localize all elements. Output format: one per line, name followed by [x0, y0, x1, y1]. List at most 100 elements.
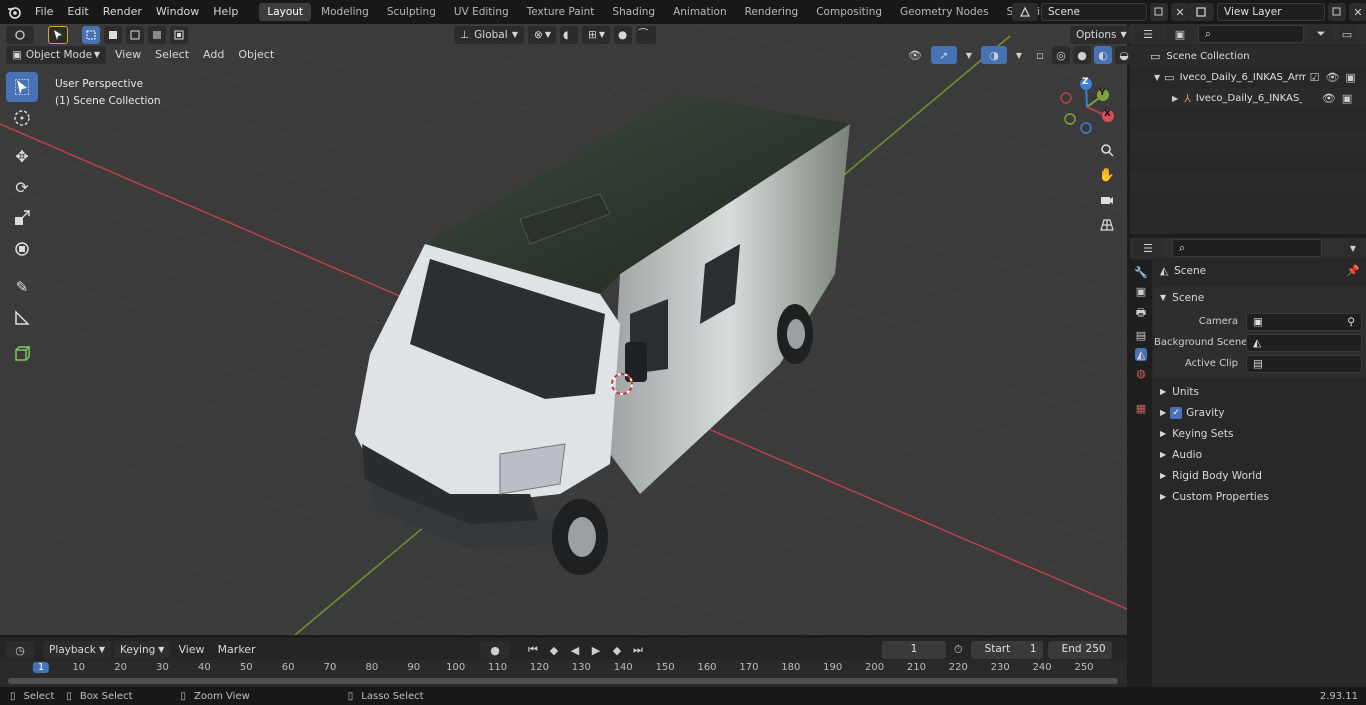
select-extend-icon[interactable]	[104, 26, 122, 44]
wireframe-shading-icon[interactable]: ◎	[1052, 46, 1070, 64]
properties-options-icon[interactable]: ▼	[1344, 239, 1362, 257]
panel-keying-sets[interactable]: ▶ Keying Sets	[1154, 423, 1366, 444]
view-layer-field[interactable]: View Layer	[1217, 3, 1325, 21]
xray-toggle-icon[interactable]: ▫	[1031, 46, 1049, 64]
eye-icon[interactable]: 👁	[1322, 92, 1336, 105]
scene-close-icon[interactable]: ✕	[1171, 3, 1189, 21]
tool-tab-icon[interactable]: 🔧	[1134, 266, 1148, 279]
scene-field[interactable]: Scene	[1041, 3, 1147, 21]
current-frame-field[interactable]: 1	[882, 641, 946, 659]
camera-view-icon[interactable]	[1097, 191, 1117, 209]
end-frame-field[interactable]: End 250	[1047, 641, 1112, 659]
scene-icon[interactable]	[1012, 3, 1038, 21]
view-layer-copy-icon[interactable]	[1328, 3, 1346, 21]
menu-help[interactable]: Help	[206, 0, 245, 24]
viewport-menu-select[interactable]: Select	[150, 46, 194, 64]
active-clip-field[interactable]: ▤	[1246, 354, 1362, 373]
panel-gravity[interactable]: ▶ ✓ Gravity	[1154, 402, 1366, 423]
select-intersect-icon[interactable]	[170, 26, 188, 44]
tab-texture-paint[interactable]: Texture Paint	[519, 3, 603, 21]
render-tab-icon[interactable]: ▣	[1136, 285, 1146, 298]
world-tab-icon[interactable]: ◍	[1136, 367, 1146, 380]
play-reverse-icon[interactable]: ◀	[566, 641, 584, 659]
pivot-point-dropdown[interactable]: ⊗ ▼	[528, 26, 556, 44]
playback-menu[interactable]: Playback ▼	[43, 641, 112, 659]
output-tab-icon[interactable]: 🖶	[1136, 304, 1146, 323]
gravity-checkbox[interactable]: ✓	[1170, 406, 1183, 419]
tab-geometry-nodes[interactable]: Geometry Nodes	[892, 3, 997, 21]
exclude-checkbox-icon[interactable]: ☑	[1310, 71, 1320, 84]
select-new-icon[interactable]	[82, 26, 100, 44]
timeline-marker-menu[interactable]: Marker	[213, 641, 261, 659]
tab-modeling[interactable]: Modeling	[313, 3, 377, 21]
timeline-editor-type-icon[interactable]: ◷	[6, 641, 34, 659]
zoom-icon[interactable]	[1097, 141, 1117, 159]
background-scene-field[interactable]: ◭	[1246, 333, 1362, 352]
outliner-row-scene-collection[interactable]: ▭ Scene Collection	[1130, 46, 1366, 67]
annotate-tool-icon[interactable]: ✎	[6, 272, 38, 302]
options-dropdown[interactable]: Options ▼	[1070, 26, 1133, 44]
jump-keyframe-back-icon[interactable]: ◆	[545, 641, 563, 659]
tab-shading[interactable]: Shading	[604, 3, 663, 21]
menu-window[interactable]: Window	[149, 0, 206, 24]
expand-arrow-icon[interactable]: ▶	[1172, 94, 1178, 103]
snap-target-dropdown[interactable]: ⊞ ▼	[582, 26, 610, 44]
viewport-menu-add[interactable]: Add	[198, 46, 229, 64]
camera-field[interactable]: ▣ ⚲	[1246, 312, 1362, 331]
scene-copy-icon[interactable]	[1150, 3, 1168, 21]
menu-edit[interactable]: Edit	[60, 0, 95, 24]
viewport-menu-view[interactable]: View	[110, 46, 146, 64]
view-layer-close-icon[interactable]: ✕	[1349, 3, 1366, 21]
select-tool-mode-icon[interactable]	[48, 26, 68, 44]
eyedropper-icon[interactable]: ⚲	[1347, 314, 1355, 330]
pan-hand-icon[interactable]: ✋	[1097, 166, 1117, 184]
expand-arrow-icon[interactable]: ▼	[1154, 73, 1160, 82]
overlays-toggle-icon[interactable]: ◑	[981, 46, 1007, 64]
tab-sculpting[interactable]: Sculpting	[379, 3, 444, 21]
view-layer-tab-icon[interactable]: ▤	[1136, 329, 1146, 342]
transform-orientation-dropdown[interactable]: ⊥ Global ▼	[454, 26, 524, 44]
stopwatch-icon[interactable]: ⏱	[954, 643, 963, 657]
select-subtract-icon[interactable]	[126, 26, 144, 44]
rotate-tool-icon[interactable]: ⟳	[6, 172, 38, 202]
timeline-ruler[interactable]: 1 10 20 30 40 50 60 70 80 90 100 110 120 130 140 150 160…	[0, 660, 1127, 687]
select-box-tool-icon[interactable]	[6, 72, 38, 102]
tab-compositing[interactable]: Compositing	[808, 3, 890, 21]
camera-render-icon[interactable]: ▣	[1345, 71, 1355, 84]
measure-tool-icon[interactable]	[6, 303, 38, 333]
transform-tool-icon[interactable]	[6, 234, 38, 264]
proportional-falloff-icon[interactable]: ⁀	[636, 26, 656, 44]
outliner-row-collection[interactable]: ▼ ▭ Iveco_Daily_6_INKAS_Armore ☑ 👁 ▣	[1130, 67, 1366, 88]
editor-type-icon[interactable]	[6, 26, 34, 44]
blender-logo-icon[interactable]	[0, 0, 28, 24]
outliner-editor-type-icon[interactable]: ☰	[1134, 25, 1162, 43]
ortho-grid-icon[interactable]	[1097, 216, 1117, 234]
pin-icon[interactable]: 📌	[1347, 264, 1360, 277]
visibility-selectability-icon[interactable]: 👁	[902, 46, 928, 64]
3d-viewport[interactable]: User Perspective (1) Scene Collection Z …	[0, 24, 1127, 635]
eye-icon[interactable]: 👁	[1325, 71, 1339, 84]
cursor-tool-icon[interactable]	[6, 103, 38, 133]
properties-search-input[interactable]: ⌕	[1172, 239, 1322, 257]
proportional-editing-toggle[interactable]: ●	[614, 26, 632, 44]
timeline-scrollbar[interactable]	[8, 678, 1118, 684]
display-mode-icon[interactable]: ▣	[1166, 25, 1194, 43]
view-layer-icon[interactable]	[1188, 3, 1214, 21]
texture-tab-icon[interactable]: ▦	[1136, 402, 1146, 415]
viewport-menu-object[interactable]: Object	[233, 46, 279, 64]
tab-animation[interactable]: Animation	[665, 3, 735, 21]
tab-rendering[interactable]: Rendering	[737, 3, 807, 21]
panel-custom-properties[interactable]: ▶ Custom Properties	[1154, 486, 1366, 507]
record-icon[interactable]: ●	[480, 641, 510, 659]
panel-audio[interactable]: ▶ Audio	[1154, 444, 1366, 465]
jump-end-icon[interactable]: ⏭	[629, 641, 647, 659]
camera-render-icon[interactable]: ▣	[1342, 92, 1352, 105]
scene-tab-icon[interactable]: ◭	[1134, 348, 1148, 361]
select-invert-icon[interactable]	[148, 26, 166, 44]
timeline-view-menu[interactable]: View	[173, 641, 209, 659]
jump-keyframe-forward-icon[interactable]: ◆	[608, 641, 626, 659]
add-cube-tool-icon[interactable]	[6, 339, 38, 369]
menu-file[interactable]: File	[28, 0, 60, 24]
overlays-dropdown-icon[interactable]: ▼	[1010, 46, 1028, 64]
object-mode-dropdown[interactable]: ▣ Object Mode ▼	[6, 46, 106, 64]
